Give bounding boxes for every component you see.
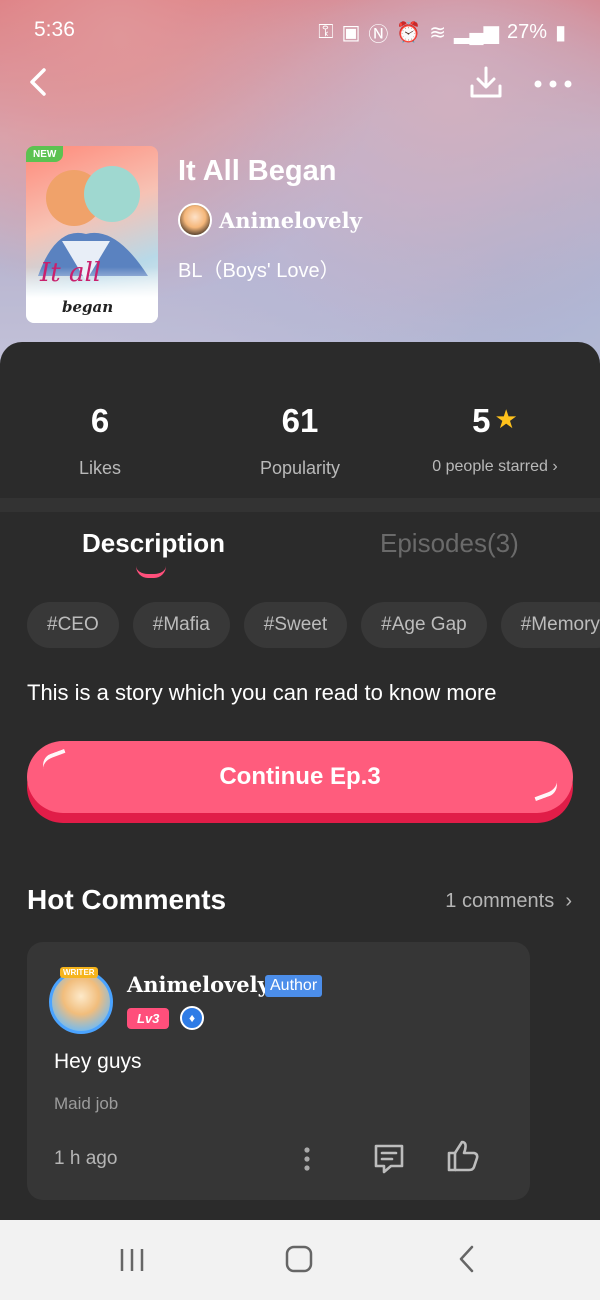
content-sheet: 6 Likes 61 Popularity 5 ★ 0 people starre… <box>0 342 600 1242</box>
back-button[interactable] <box>24 62 60 102</box>
like-button[interactable] <box>445 1138 481 1174</box>
reply-button[interactable] <box>371 1140 407 1176</box>
tab-episodes[interactable]: Episodes(3) <box>380 528 519 559</box>
tag-chip[interactable]: #Mafia <box>132 602 230 648</box>
author-name: Animelovely <box>219 207 362 233</box>
book-title: It All Began <box>178 155 337 187</box>
comment-text: Hey guys <box>54 1050 142 1073</box>
top-navigation <box>0 58 600 108</box>
continue-reading-button[interactable]: Continue Ep.3 <box>27 741 573 823</box>
nfc-icon: Ⓝ <box>368 24 389 46</box>
vertical-dots-icon <box>304 1147 310 1171</box>
tag-chip[interactable]: #Sweet <box>243 602 348 648</box>
section-divider <box>0 498 600 512</box>
tag-chip[interactable]: #CEO <box>27 602 119 648</box>
author-avatar <box>178 203 212 237</box>
cover-subtitle-text: began <box>62 298 114 316</box>
battery-icon: ▮ <box>554 22 566 44</box>
status-time: 5:36 <box>34 18 75 41</box>
commenter-name[interactable]: Animelovely <box>127 972 270 997</box>
comments-count-link[interactable]: 1 comments › <box>445 890 572 913</box>
alarm-icon: ⏰ <box>396 22 422 44</box>
chevron-right-icon: › <box>565 890 572 912</box>
popularity-value: 61 <box>281 402 319 439</box>
comment-card: WRITER Animelovely Author Lv3 ♦ Hey guys… <box>27 942 530 1200</box>
tag-list: #CEO #Mafia #Sweet #Age Gap #Memory <box>27 602 600 650</box>
active-tab-indicator <box>136 566 166 578</box>
book-cover[interactable]: NEW It all began <box>26 146 158 323</box>
status-icons: ⚿ ▣ Ⓝ ⏰ ≋ ▂▄▆ 27% ▮ <box>318 18 566 47</box>
likes-stat: 6 Likes <box>50 402 150 479</box>
download-button[interactable] <box>466 62 506 102</box>
popularity-label: Popularity <box>259 458 341 478</box>
tag-chip[interactable]: #Memory <box>500 602 600 648</box>
writer-badge-text: WRITER <box>60 967 98 978</box>
comment-subtext: Maid job <box>54 1094 119 1113</box>
system-navigation-bar <box>0 1220 600 1300</box>
likes-value: 6 <box>90 402 110 439</box>
genre-label[interactable]: BL（Boys' Love） <box>178 254 340 283</box>
wifi-icon: ≋ <box>429 22 447 44</box>
popularity-stat: 61 Popularity <box>230 402 370 479</box>
home-button[interactable] <box>284 1244 314 1274</box>
comment-menu-button[interactable] <box>297 1142 317 1176</box>
rating-value: 5 <box>472 402 491 439</box>
key-icon: ⚿ <box>318 21 334 43</box>
comment-time: 1 h ago <box>54 1148 118 1169</box>
home-icon <box>285 1245 313 1273</box>
cover-title-text: It all <box>40 258 102 288</box>
tag-chip[interactable]: #Age Gap <box>361 602 487 648</box>
commenter-avatar[interactable]: WRITER <box>49 967 113 1034</box>
rating-label: 0 people starred <box>432 458 548 475</box>
more-options-button[interactable] <box>530 62 576 102</box>
author-badge: Author <box>265 975 323 997</box>
recents-icon <box>120 1249 144 1271</box>
star-icon: ★ <box>494 404 518 434</box>
chevron-right-icon: › <box>552 458 558 475</box>
level-badge: Lv3 <box>127 1008 170 1029</box>
recents-button[interactable] <box>118 1246 146 1274</box>
author-link[interactable]: Animelovely <box>178 202 362 238</box>
hot-comments-heading: Hot Comments <box>27 884 227 915</box>
more-dots-icon <box>534 80 572 88</box>
likes-label: Likes <box>78 458 122 478</box>
thumbs-up-icon <box>447 1140 479 1172</box>
story-description: This is a story which you can read to kn… <box>27 680 497 705</box>
download-icon <box>470 66 502 98</box>
new-badge: NEW <box>26 146 64 162</box>
lock-icon: ▣ <box>341 22 361 44</box>
continue-button-label: Continue Ep.3 <box>27 741 573 813</box>
book-detail-page: 5:36 ⚿ ▣ Ⓝ ⏰ ≋ ▂▄▆ 27% ▮ NEW It all bega… <box>0 0 600 1300</box>
status-bar: 5:36 ⚿ ▣ Ⓝ ⏰ ≋ ▂▄▆ 27% ▮ <box>0 0 600 60</box>
rating-stat[interactable]: 5 ★ 0 people starred › <box>410 402 580 476</box>
reply-icon <box>374 1144 404 1174</box>
tab-description[interactable]: Description <box>82 528 225 559</box>
back-arrow-icon <box>459 1245 474 1273</box>
battery-text: 27% <box>506 21 547 43</box>
chevron-left-icon <box>30 68 46 96</box>
signal-icon: ▂▄▆ <box>454 22 499 44</box>
system-back-button[interactable] <box>456 1244 478 1274</box>
comments-count: 1 comments <box>445 890 555 912</box>
achievement-icon: ♦ <box>180 1006 204 1030</box>
